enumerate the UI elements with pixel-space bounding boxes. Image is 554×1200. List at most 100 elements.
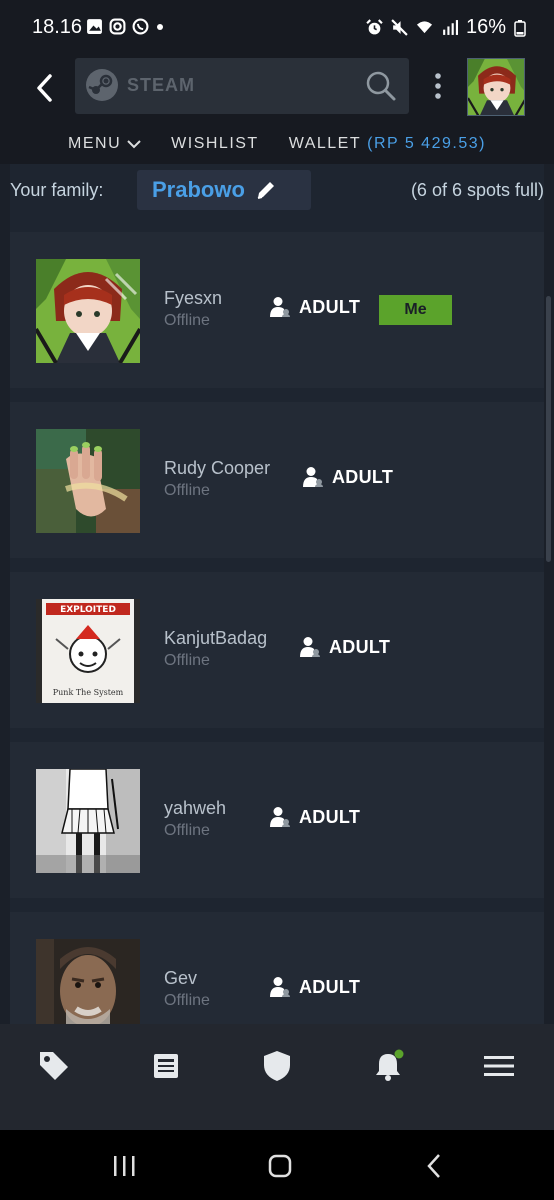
news-icon xyxy=(154,1054,178,1078)
avatar-image: EXPLOITED Punk The System xyxy=(36,599,140,703)
avatar-shirt-text-top: EXPLOITED xyxy=(60,605,116,615)
chevron-down-icon xyxy=(127,140,141,149)
nav-wishlist-label: WISHLIST xyxy=(171,135,259,152)
avatar-image xyxy=(36,429,140,533)
person-icon xyxy=(300,637,320,657)
family-member-card[interactable]: Gev Offline ADULT xyxy=(10,912,544,1024)
system-back-button[interactable] xyxy=(414,1150,454,1182)
mute-icon xyxy=(391,19,408,36)
status-icons-left xyxy=(86,18,165,35)
member-status: Offline xyxy=(164,482,210,499)
top-nav: MENU WISHLIST WALLET (RP 5 429.53) xyxy=(0,126,554,162)
member-status: Offline xyxy=(164,822,210,839)
recent-apps-button[interactable] xyxy=(104,1150,144,1182)
chevron-left-icon xyxy=(37,74,52,102)
family-header: Your family: Prabowo (6 of 6 spots full) xyxy=(10,170,544,212)
alarm-icon xyxy=(366,19,383,35)
kebab-icon xyxy=(435,73,441,99)
status-icons-right: 16% xyxy=(366,16,526,39)
recent-apps-icon xyxy=(114,1156,135,1176)
member-status: Offline xyxy=(164,992,210,1009)
member-role-label: ADULT xyxy=(299,296,361,317)
status-time: 18.16 xyxy=(32,16,83,38)
member-role-label: ADULT xyxy=(299,806,361,827)
nav-wallet-label: WALLET xyxy=(288,135,362,152)
home-button[interactable] xyxy=(260,1150,300,1182)
member-avatar[interactable] xyxy=(36,769,140,873)
whatsapp-icon xyxy=(132,18,149,35)
family-content: Your family: Prabowo (6 of 6 spots full) xyxy=(0,164,554,1024)
edit-family-name-button[interactable]: Prabowo xyxy=(137,170,311,210)
family-member-card[interactable]: Fyesxn Offline ADULT Me xyxy=(10,232,544,388)
back-button[interactable] xyxy=(26,66,62,110)
member-role-label: ADULT xyxy=(299,976,361,997)
member-status: Offline xyxy=(164,312,210,329)
member-name: KanjutBadag xyxy=(164,628,268,648)
nav-wallet[interactable]: WALLET (RP 5 429.53) xyxy=(289,135,486,153)
wallet-amount: (RP 5 429.53) xyxy=(367,135,486,152)
instagram-icon xyxy=(109,18,126,35)
tab-guard[interactable] xyxy=(257,1046,297,1086)
member-status: Offline xyxy=(164,652,210,669)
member-name: Rudy Cooper xyxy=(164,458,271,478)
me-badge: Me xyxy=(379,295,452,325)
member-role: ADULT xyxy=(269,806,360,828)
tab-menu[interactable] xyxy=(479,1046,519,1086)
bell-icon xyxy=(376,1049,404,1081)
search-button[interactable] xyxy=(365,70,397,102)
search-icon xyxy=(366,71,396,101)
nav-menu[interactable]: MENU xyxy=(68,135,141,153)
user-avatar[interactable] xyxy=(467,58,525,116)
tab-store[interactable] xyxy=(34,1046,74,1086)
family-member-card[interactable]: yahweh Offline ADULT xyxy=(10,742,544,898)
member-avatar[interactable] xyxy=(36,429,140,533)
member-avatar[interactable] xyxy=(36,939,140,1024)
bottom-tab-bar xyxy=(0,1024,554,1130)
avatar-image xyxy=(36,939,140,1024)
tag-icon xyxy=(40,1052,68,1080)
tab-news[interactable] xyxy=(146,1046,186,1086)
member-name: yahweh xyxy=(164,798,227,818)
member-avatar[interactable]: EXPLOITED Punk The System xyxy=(36,599,140,703)
family-spots-count: (6 of 6 spots full) xyxy=(410,180,544,200)
wifi-icon xyxy=(416,21,433,34)
family-panel: Your family: Prabowo (6 of 6 spots full) xyxy=(10,164,544,1024)
steam-logo-icon xyxy=(86,69,118,101)
shield-icon xyxy=(264,1051,290,1081)
member-name: Gev xyxy=(164,968,198,988)
member-role: ADULT xyxy=(299,636,390,658)
member-name: Fyesxn xyxy=(164,288,223,308)
member-role-label: ADULT xyxy=(332,466,394,487)
avatar-image xyxy=(36,769,140,873)
member-role: ADULT xyxy=(302,466,393,488)
person-icon xyxy=(270,297,290,317)
signal-icon xyxy=(443,20,458,35)
person-icon xyxy=(303,467,323,487)
family-member-card[interactable]: Rudy Cooper Offline ADULT xyxy=(10,402,544,558)
more-menu-button[interactable] xyxy=(428,70,448,106)
tab-notifications[interactable] xyxy=(368,1046,408,1086)
family-label: Your family: xyxy=(10,180,104,200)
person-icon xyxy=(270,977,290,997)
battery-icon xyxy=(514,19,526,37)
scrollbar[interactable] xyxy=(546,296,551,562)
system-navigation-bar xyxy=(0,1130,554,1200)
hamburger-icon xyxy=(484,1056,514,1076)
member-role: ADULT xyxy=(269,976,360,998)
status-bar: 18.16 16% xyxy=(0,0,554,58)
search-input[interactable]: STEAM xyxy=(75,58,409,114)
nav-menu-label: MENU xyxy=(68,135,122,152)
pencil-icon xyxy=(257,182,274,199)
header: STEAM xyxy=(0,58,554,120)
family-name: Prabowo xyxy=(152,177,245,202)
family-member-card[interactable]: EXPLOITED Punk The System KanjutBadag Of… xyxy=(10,572,544,728)
member-role: ADULT xyxy=(269,296,360,318)
avatar-image xyxy=(468,59,524,115)
person-icon xyxy=(270,807,290,827)
member-avatar[interactable] xyxy=(36,259,140,363)
battery-percent: 16% xyxy=(465,16,506,38)
back-arrow-icon xyxy=(427,1154,440,1178)
steam-logo: STEAM xyxy=(85,68,195,102)
gallery-icon xyxy=(87,19,102,34)
nav-wishlist[interactable]: WISHLIST xyxy=(171,135,259,153)
